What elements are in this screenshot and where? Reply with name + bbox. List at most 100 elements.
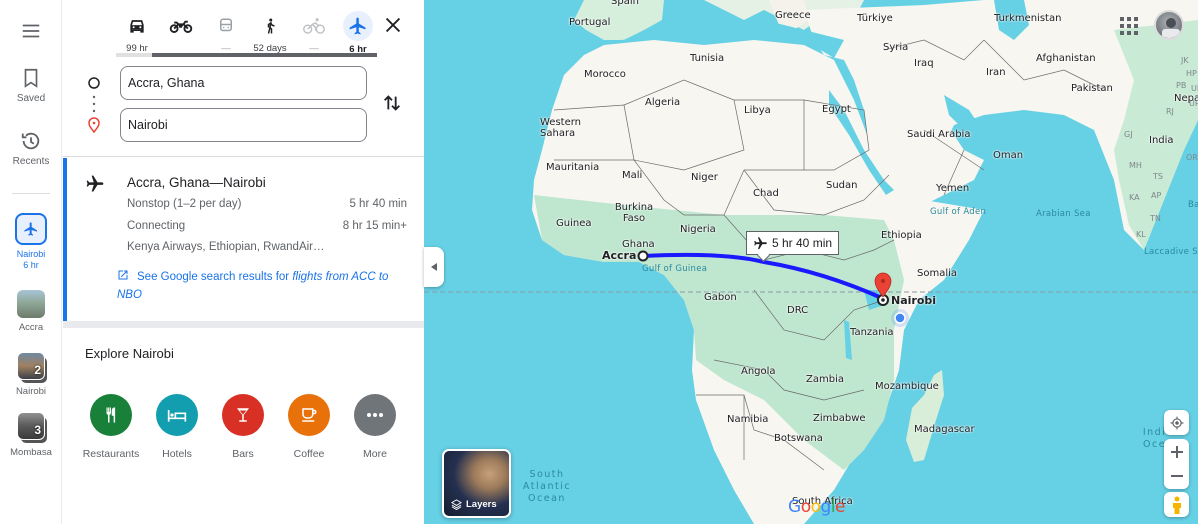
active-trip-destination: Nairobi: [16, 249, 46, 259]
explore-coffee[interactable]: Coffee: [276, 394, 342, 460]
map-label: Afghanistan: [1036, 53, 1096, 64]
place-count-badge: 2: [34, 363, 41, 377]
map-label: Saudi Arabia: [907, 129, 971, 140]
explore-more[interactable]: More: [342, 394, 408, 460]
flight-row-nonstop: Nonstop (1–2 per day) 5 hr 40 min: [127, 198, 407, 210]
map-label: Gabon: [704, 292, 737, 303]
map-state-label: TS: [1153, 172, 1163, 181]
swap-directions-icon[interactable]: [381, 92, 403, 114]
map-sea-label: Laccadive Sea: [1144, 247, 1198, 257]
map-state-label: HP: [1186, 69, 1197, 78]
map-label: Ethiopia: [881, 230, 922, 241]
airplane-icon: [24, 222, 37, 236]
coffee-icon: [302, 408, 317, 422]
section-divider: [63, 321, 424, 328]
mode-walking[interactable]: 52 days: [250, 12, 290, 55]
mode-flights[interactable]: 6 hr: [338, 11, 378, 56]
map-canvas[interactable]: Spain Portugal Greece Türkiye Turkmenist…: [424, 0, 1198, 524]
mode-driving[interactable]: 99 hr: [117, 12, 157, 55]
divider: [63, 156, 424, 157]
left-rail: Saved Recents Nairobi 6 hr Accra 2 Nairo…: [0, 0, 62, 524]
map-label: Nigeria: [680, 224, 716, 235]
mode-motorcycle[interactable]: [161, 12, 201, 55]
explore-restaurants[interactable]: Restaurants: [78, 394, 144, 460]
active-trip-button[interactable]: [15, 213, 47, 245]
map-label: Mozambique: [875, 381, 939, 392]
explore-bars[interactable]: Bars: [210, 394, 276, 460]
saved-button[interactable]: Saved: [0, 67, 62, 104]
zoom-controls: [1164, 439, 1189, 489]
more-icon: [367, 413, 383, 417]
pegman-icon: [1172, 496, 1181, 514]
map-label: Portugal: [569, 17, 611, 28]
map-state-label: MH: [1129, 161, 1142, 170]
map-state-label: KA: [1129, 193, 1140, 202]
map-label: Egypt: [822, 104, 851, 115]
route-duration-text: 5 hr 40 min: [772, 236, 833, 250]
layers-icon: [451, 499, 462, 510]
airplane-icon: [754, 236, 767, 249]
map-label: Spain: [611, 0, 639, 7]
layers-button[interactable]: Layers: [442, 449, 511, 518]
recent-place-label: Accra: [18, 322, 44, 333]
street-view-pegman[interactable]: [1164, 492, 1189, 517]
layers-label-group: Layers: [451, 499, 497, 510]
map-label: Yemen: [936, 183, 970, 194]
airplane-icon: [349, 17, 366, 35]
category-label: Bars: [232, 448, 254, 460]
rail-divider: [12, 193, 50, 194]
map-state-label: AP: [1151, 191, 1162, 200]
mode-indicator-track: [116, 53, 377, 57]
map-label: Iran: [986, 67, 1006, 78]
zoom-in-icon[interactable]: [1170, 446, 1183, 458]
place-thumbnail: [17, 290, 45, 318]
history-icon: [21, 132, 40, 150]
my-location-icon: [1170, 416, 1183, 429]
zoom-out-icon[interactable]: [1170, 470, 1183, 482]
google-logo: Google: [788, 497, 845, 517]
map-label: Mali: [622, 170, 643, 181]
explore-hotels[interactable]: Hotels: [144, 394, 210, 460]
destination-input[interactable]: [120, 108, 367, 142]
origin-marker: [637, 250, 649, 262]
current-location-dot: [894, 312, 906, 324]
map-label: Morocco: [584, 69, 626, 80]
menu-button[interactable]: [0, 20, 62, 46]
map-label: Algeria: [645, 97, 681, 108]
map-label: Greece: [775, 10, 811, 21]
map-label: Angola: [741, 366, 776, 377]
mode-cycling[interactable]: —: [294, 12, 334, 55]
recent-place-label: Mombasa: [10, 447, 52, 458]
flight-type: Connecting: [127, 220, 186, 232]
recents-label: Recents: [12, 156, 50, 167]
restaurant-icon: [106, 407, 116, 423]
map-state-label: OR: [1186, 153, 1198, 162]
bar-icon: [237, 408, 249, 422]
flight-result-card[interactable]: Accra, Ghana—Nairobi Nonstop (1–2 per da…: [63, 158, 424, 321]
my-location-button[interactable]: [1164, 410, 1189, 435]
place-thumbnail: 3: [17, 412, 45, 440]
flight-type: Nonstop (1–2 per day): [127, 198, 242, 210]
apps-grid-icon[interactable]: [1120, 17, 1138, 35]
map-label: Pakistan: [1071, 83, 1113, 94]
origin-input[interactable]: [120, 66, 367, 100]
hotel-icon: [167, 410, 187, 422]
recents-button[interactable]: Recents: [0, 130, 62, 167]
flight-duration: 8 hr 15 min+: [342, 220, 407, 232]
mode-transit[interactable]: —: [206, 12, 246, 55]
map-label: India: [1149, 135, 1174, 146]
map-label: Niger: [691, 172, 718, 183]
motorcycle-icon: [169, 20, 193, 33]
route-duration-callout[interactable]: 5 hr 40 min: [746, 231, 840, 255]
map-sea-label: Bay: [1188, 200, 1198, 210]
train-icon: [220, 18, 232, 32]
active-trip-label: Nairobi 6 hr: [0, 249, 62, 271]
map-label: Zimbabwe: [813, 413, 866, 424]
mode-indicator-segment: [116, 53, 152, 57]
collapse-panel-button[interactable]: [424, 247, 444, 287]
google-flights-link[interactable]: See Google search results for flights fr…: [117, 268, 407, 304]
account-avatar[interactable]: [1154, 10, 1184, 40]
close-icon[interactable]: [382, 14, 404, 36]
map-state-label: JK: [1181, 56, 1189, 65]
place-thumbnail: 2: [17, 352, 45, 380]
